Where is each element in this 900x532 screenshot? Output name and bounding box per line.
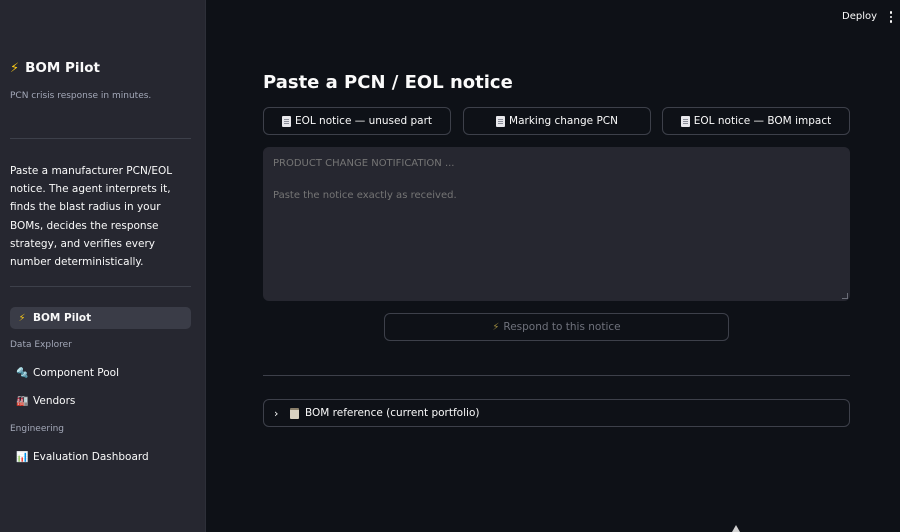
wrench-icon: 🔩: [16, 367, 29, 379]
button-label: Respond to this notice: [503, 321, 621, 333]
button-label: EOL notice — BOM impact: [693, 115, 832, 127]
sidebar-item-component-pool[interactable]: 🔩 Component Pool: [10, 362, 191, 384]
document-icon: [281, 115, 291, 127]
page-title: Paste a PCN / EOL notice: [263, 72, 513, 93]
sidebar-item-label: Evaluation Dashboard: [33, 451, 149, 463]
sidebar-item-label: BOM Pilot: [33, 312, 92, 324]
brand-title: BOM Pilot: [25, 60, 100, 76]
button-label: EOL notice — unused part: [294, 115, 433, 127]
notice-textarea[interactable]: [263, 147, 850, 301]
mouse-cursor-icon: [732, 525, 740, 532]
lightning-bolt-icon: ⚡: [492, 321, 500, 333]
textarea-resize-handle[interactable]: [842, 293, 848, 299]
example-marking-change-button[interactable]: Marking change PCN: [463, 107, 651, 135]
document-icon: [496, 115, 506, 127]
bom-reference-expander[interactable]: › BOM reference (current portfolio): [263, 399, 850, 427]
chevron-right-icon: ›: [274, 406, 279, 420]
sidebar-item-evaluation-dashboard[interactable]: 📊 Evaluation Dashboard: [10, 446, 191, 468]
app-root: ⚡ BOM Pilot PCN crisis response in minut…: [0, 0, 900, 532]
sidebar-divider: [10, 286, 191, 287]
lightning-bolt-icon: ⚡: [10, 60, 20, 76]
example-eol-bom-impact-button[interactable]: EOL notice — BOM impact: [662, 107, 850, 135]
bar-chart-icon: 📊: [16, 451, 29, 463]
sidebar-section-engineering: Engineering: [10, 424, 64, 434]
button-label: Marking change PCN: [509, 115, 618, 127]
example-eol-unused-button[interactable]: EOL notice — unused part: [263, 107, 451, 135]
sidebar-divider: [10, 138, 191, 139]
factory-icon: 🏭: [16, 395, 29, 407]
kebab-menu-icon[interactable]: [886, 9, 896, 25]
expander-label: BOM reference (current portfolio): [305, 407, 480, 419]
respond-button[interactable]: ⚡ Respond to this notice: [384, 313, 729, 341]
sidebar-tagline: PCN crisis response in minutes.: [10, 91, 152, 101]
sidebar-section-data-explorer: Data Explorer: [10, 340, 72, 350]
deploy-button[interactable]: Deploy: [838, 10, 881, 23]
sidebar-item-label: Component Pool: [33, 367, 120, 379]
sidebar-item-vendors[interactable]: 🏭 Vendors: [10, 390, 191, 412]
sidebar-description: Paste a manufacturer PCN/EOL notice. The…: [10, 165, 173, 269]
sidebar-item-label: Vendors: [33, 395, 76, 407]
document-icon: [680, 115, 690, 127]
sidebar-brand: ⚡ BOM Pilot: [10, 60, 100, 76]
lightning-bolt-icon: ⚡: [18, 312, 26, 324]
clipboard-icon: [290, 407, 299, 419]
sidebar-item-bom-pilot[interactable]: ⚡ BOM Pilot: [10, 307, 191, 329]
section-divider: [263, 375, 850, 376]
sidebar: ⚡ BOM Pilot PCN crisis response in minut…: [0, 0, 206, 532]
